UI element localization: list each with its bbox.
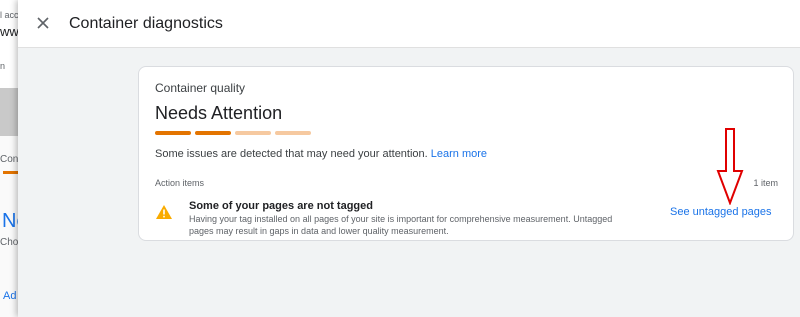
background-tab[interactable]: Con bbox=[0, 154, 18, 165]
container-quality-card: Container quality Needs Attention Some i… bbox=[138, 66, 794, 241]
background-heading: Ne bbox=[2, 210, 18, 232]
background-account-name: ww bbox=[0, 24, 18, 39]
background-fragment: n bbox=[0, 61, 6, 71]
panel-title: Container diagnostics bbox=[69, 15, 223, 32]
quality-segment bbox=[155, 131, 191, 135]
quality-segment bbox=[275, 131, 311, 135]
warning-icon bbox=[156, 205, 172, 219]
item-count: 1 item bbox=[753, 178, 778, 188]
close-icon bbox=[37, 17, 49, 29]
issue-title: Some of your pages are not tagged bbox=[189, 200, 373, 212]
red-arrow-icon bbox=[716, 128, 744, 205]
issue-description: Having your tag installed on all pages o… bbox=[189, 214, 613, 236]
learn-more-link[interactable]: Learn more bbox=[431, 148, 487, 160]
quality-segment bbox=[195, 131, 231, 135]
close-button[interactable] bbox=[32, 12, 54, 34]
card-description: Some issues are detected that may need y… bbox=[155, 148, 487, 160]
background-account-text: l acc bbox=[0, 10, 18, 20]
card-subtitle: Container quality bbox=[155, 81, 246, 95]
diagnostics-panel: Container diagnostics Container quality … bbox=[18, 0, 800, 317]
background-link[interactable]: Ad bbox=[3, 290, 16, 302]
quality-segment bbox=[235, 131, 271, 135]
background-app: l acc ww n Con Ne Cho Ad bbox=[0, 0, 18, 317]
quality-status: Needs Attention bbox=[155, 103, 283, 123]
panel-header: Container diagnostics bbox=[18, 0, 800, 48]
background-gray-band bbox=[0, 88, 18, 136]
background-subheading: Cho bbox=[0, 237, 18, 248]
action-items-label: Action items bbox=[155, 178, 205, 188]
description-text: Some issues are detected that may need y… bbox=[155, 148, 428, 160]
see-untagged-pages-link[interactable]: See untagged pages bbox=[670, 206, 772, 218]
background-tab-indicator bbox=[3, 171, 18, 174]
